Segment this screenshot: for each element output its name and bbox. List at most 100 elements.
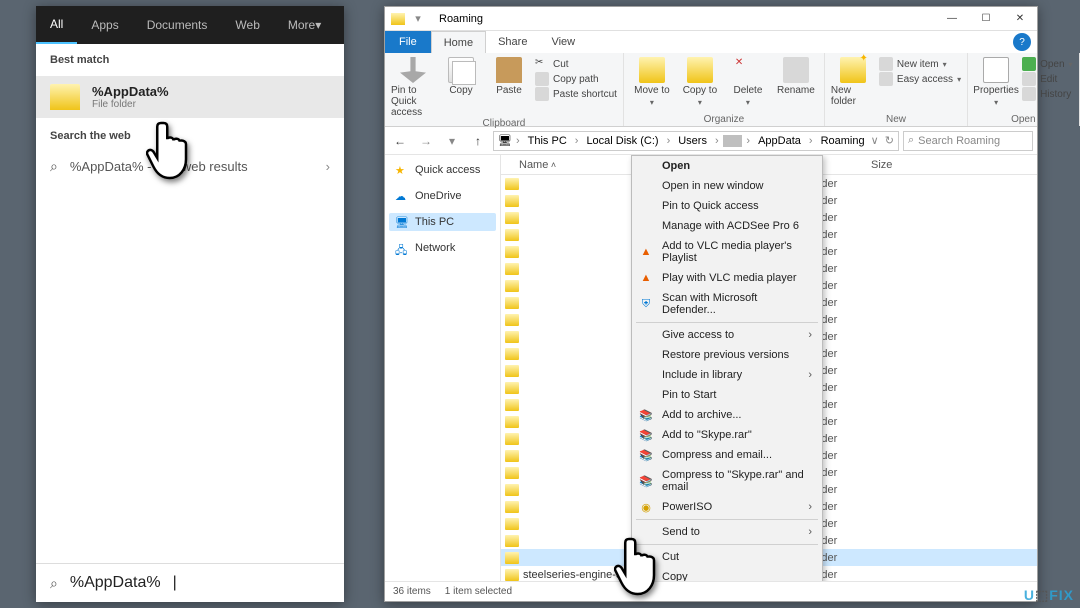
search-tab-apps[interactable]: Apps [77, 6, 132, 44]
ribbon-tab-view[interactable]: View [539, 31, 587, 53]
search-web-row[interactable]: ⌕ %AppData% - See web results › [36, 148, 344, 185]
search-result-appdata[interactable]: %AppData% File folder [36, 76, 344, 118]
ctx-defender[interactable]: ⛨Scan with Microsoft Defender... [632, 288, 822, 320]
status-selected: 1 item selected [445, 586, 512, 597]
breadcrumb[interactable]: 🖥 This PC Local Disk (C:) Users AppData … [493, 131, 899, 151]
chevron-right-icon: › [326, 159, 330, 174]
cut-button[interactable]: ✂Cut [535, 57, 617, 71]
ctx-open[interactable]: Open [632, 156, 822, 176]
result-title: %AppData% [92, 84, 169, 99]
search-tab-all[interactable]: All [36, 6, 77, 44]
winrar-icon: 📚 [638, 408, 654, 422]
up-button[interactable]: ↑ [467, 134, 489, 148]
pc-icon: 🖥 [498, 134, 512, 147]
ribbon-group-label: Organize [630, 114, 818, 125]
search-tab-documents[interactable]: Documents [133, 6, 222, 44]
status-bar: 36 items 1 item selected [385, 581, 1037, 601]
windows-search-panel: All Apps Documents Web More ▾ Best match… [36, 6, 344, 602]
easy-access-button[interactable]: Easy access [879, 72, 961, 86]
search-tabs: All Apps Documents Web More ▾ [36, 6, 344, 44]
copy-button[interactable]: Copy [439, 57, 483, 96]
winrar-icon: 📚 [638, 448, 654, 462]
open-button[interactable]: Open [1022, 57, 1072, 71]
redacted-username [723, 135, 743, 147]
navigation-pane: ★Quick access ☁OneDrive 🖥This PC 🖧Networ… [385, 155, 501, 581]
folder-icon [50, 84, 80, 110]
search-input-value: %AppData% [70, 574, 161, 592]
minimize-button[interactable]: — [935, 7, 969, 31]
rename-button[interactable]: Rename [774, 57, 818, 96]
nav-network[interactable]: 🖧Network [389, 239, 496, 257]
forward-button[interactable]: → [415, 134, 437, 148]
search-icon: ⌕ [50, 158, 58, 175]
ctx-add-skype-rar[interactable]: 📚Add to "Skype.rar" [632, 425, 822, 445]
ctx-compress-skype-email[interactable]: 📚Compress to "Skype.rar" and email [632, 465, 822, 497]
poweriso-icon: ◉ [638, 500, 654, 514]
nav-quick-access[interactable]: ★Quick access [389, 161, 496, 179]
web-result-text: %AppData% - See web results [70, 159, 248, 174]
ctx-pin-quick-access[interactable]: Pin to Quick access [632, 196, 822, 216]
file-list-pane: Name Date modified Type Size 9 9:14 PMFi… [501, 155, 1037, 581]
move-to-button[interactable]: Move to [630, 57, 674, 107]
ctx-vlc-add[interactable]: ▲Add to VLC media player's Playlist [632, 236, 822, 268]
best-match-header: Best match [36, 44, 344, 76]
search-box[interactable]: ⌕ Search Roaming [903, 131, 1033, 151]
new-item-button[interactable]: New item [879, 57, 961, 71]
ctx-copy[interactable]: Copy [632, 567, 822, 581]
search-tab-more[interactable]: More ▾ [274, 6, 335, 44]
ctx-poweriso[interactable]: ◉PowerISO [632, 497, 822, 517]
copy-path-button[interactable]: Copy path [535, 72, 617, 86]
shield-icon: ⛨ [638, 297, 654, 311]
ctx-restore[interactable]: Restore previous versions [632, 345, 822, 365]
pin-quick-access-button[interactable]: Pin to Quick access [391, 57, 435, 118]
ctx-acdsee[interactable]: Manage with ACDSee Pro 6 [632, 216, 822, 236]
ctx-include-library[interactable]: Include in library [632, 365, 822, 385]
history-button[interactable]: History [1022, 87, 1072, 101]
search-web-header: Search the web [36, 118, 344, 148]
window-title: Roaming [431, 13, 935, 25]
ctx-give-access[interactable]: Give access to [632, 325, 822, 345]
new-folder-button[interactable]: New folder [831, 57, 875, 107]
status-item-count: 36 items [393, 586, 431, 597]
ribbon-tab-file[interactable]: File [385, 31, 431, 53]
ribbon-group-label: New [831, 114, 961, 125]
vlc-icon: ▲ [638, 245, 654, 259]
watermark: U⬚FIX [1024, 587, 1074, 604]
ctx-send-to[interactable]: Send to [632, 522, 822, 542]
search-icon: ⌕ [908, 134, 914, 147]
titlebar[interactable]: ▾ Roaming — ☐ ✕ [385, 7, 1037, 31]
ribbon-group-label: Open [974, 114, 1072, 125]
maximize-button[interactable]: ☐ [969, 7, 1003, 31]
ctx-vlc-play[interactable]: ▲Play with VLC media player [632, 268, 822, 288]
result-subtitle: File folder [92, 99, 169, 110]
folder-icon [391, 13, 405, 25]
ctx-compress-email[interactable]: 📚Compress and email... [632, 445, 822, 465]
ctx-add-archive[interactable]: 📚Add to archive... [632, 405, 822, 425]
edit-button[interactable]: Edit [1022, 72, 1072, 86]
properties-button[interactable]: Properties [974, 57, 1018, 107]
ctx-cut[interactable]: Cut [632, 547, 822, 567]
back-button[interactable]: ← [389, 134, 411, 148]
winrar-icon: 📚 [638, 474, 654, 488]
ctx-pin-start[interactable]: Pin to Start [632, 385, 822, 405]
delete-button[interactable]: ✕Delete [726, 57, 770, 107]
paste-shortcut-button[interactable]: Paste shortcut [535, 87, 617, 101]
dropdown-icon[interactable]: ▾ [411, 12, 425, 26]
nav-onedrive[interactable]: ☁OneDrive [389, 187, 496, 205]
paste-button[interactable]: Paste [487, 57, 531, 96]
search-tab-web[interactable]: Web [221, 6, 273, 44]
close-button[interactable]: ✕ [1003, 7, 1037, 31]
help-icon[interactable]: ? [1013, 33, 1031, 51]
ctx-open-new-window[interactable]: Open in new window [632, 176, 822, 196]
vlc-icon: ▲ [638, 271, 654, 285]
file-explorer-window: ▾ Roaming — ☐ ✕ File Home Share View ? P… [384, 6, 1038, 602]
ribbon: Pin to Quick access Copy Paste ✂Cut Copy… [385, 53, 1037, 127]
copy-to-button[interactable]: Copy to [678, 57, 722, 107]
ribbon-tab-home[interactable]: Home [431, 31, 486, 53]
ribbon-tab-share[interactable]: Share [486, 31, 539, 53]
recent-button[interactable]: ▾ [441, 134, 463, 148]
winrar-icon: 📚 [638, 428, 654, 442]
address-bar: ← → ▾ ↑ 🖥 This PC Local Disk (C:) Users … [385, 127, 1037, 155]
nav-this-pc[interactable]: 🖥This PC [389, 213, 496, 231]
search-input[interactable]: ⌕ %AppData% [36, 563, 344, 602]
